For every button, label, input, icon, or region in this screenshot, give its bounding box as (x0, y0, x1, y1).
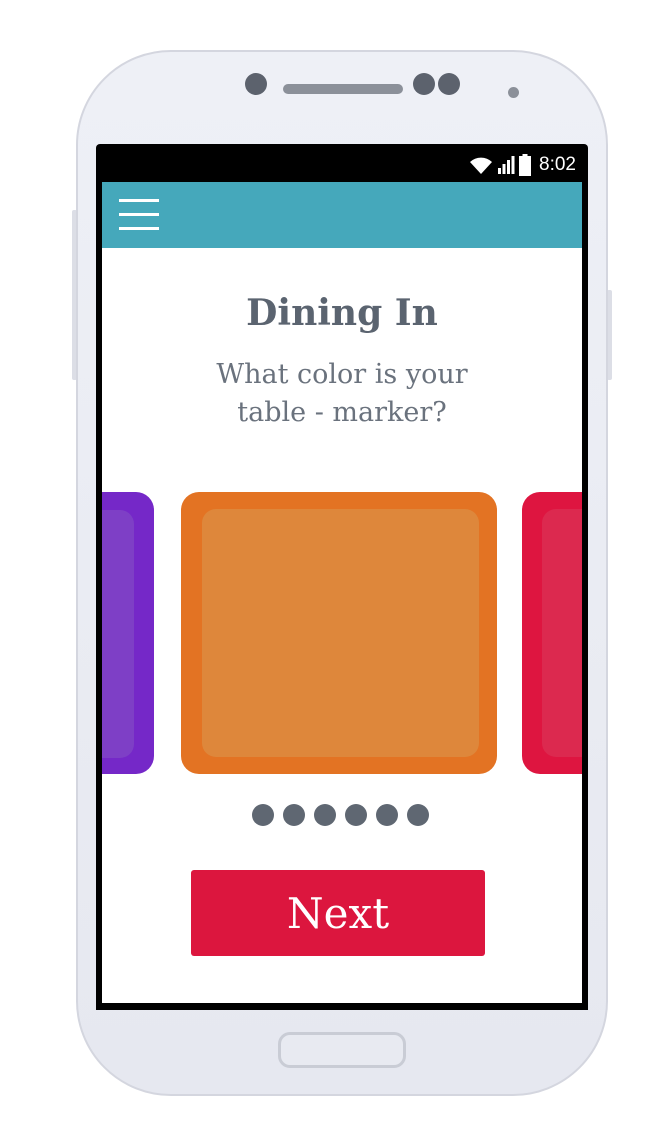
next-button[interactable]: Next (191, 870, 485, 956)
earpiece-speaker (283, 84, 403, 94)
color-card-orange[interactable] (181, 492, 497, 774)
screen-bezel-bottom (96, 1003, 588, 1010)
front-camera-icon (245, 73, 267, 95)
hamburger-menu-icon[interactable] (119, 199, 159, 231)
pager-dot[interactable] (345, 804, 367, 826)
main-content: Dining In What color is your table - mar… (102, 248, 582, 1003)
pager-dot[interactable] (283, 804, 305, 826)
proximity-sensor-icon (508, 87, 519, 98)
wifi-icon (470, 157, 493, 174)
signal-icon (498, 156, 515, 174)
pager-dot[interactable] (314, 804, 336, 826)
status-bar: 8:02 (96, 144, 588, 182)
pager-dot[interactable] (407, 804, 429, 826)
color-card-inner (102, 510, 134, 758)
color-card-purple[interactable] (102, 492, 154, 774)
color-card-red[interactable] (522, 492, 582, 774)
sensor-icon (438, 73, 460, 95)
color-card-inner (202, 509, 479, 757)
status-time: 8:02 (539, 154, 576, 175)
page-subtitle: What color is your table - marker? (216, 359, 468, 428)
app-bar (102, 182, 582, 248)
pager-dot[interactable] (376, 804, 398, 826)
color-card-inner (542, 509, 582, 757)
pager-dots (252, 804, 429, 826)
page-title: Dining In (246, 292, 438, 334)
pager-dot[interactable] (252, 804, 274, 826)
sensor-icon (413, 73, 435, 95)
battery-icon (519, 154, 532, 176)
home-button[interactable] (278, 1032, 406, 1068)
